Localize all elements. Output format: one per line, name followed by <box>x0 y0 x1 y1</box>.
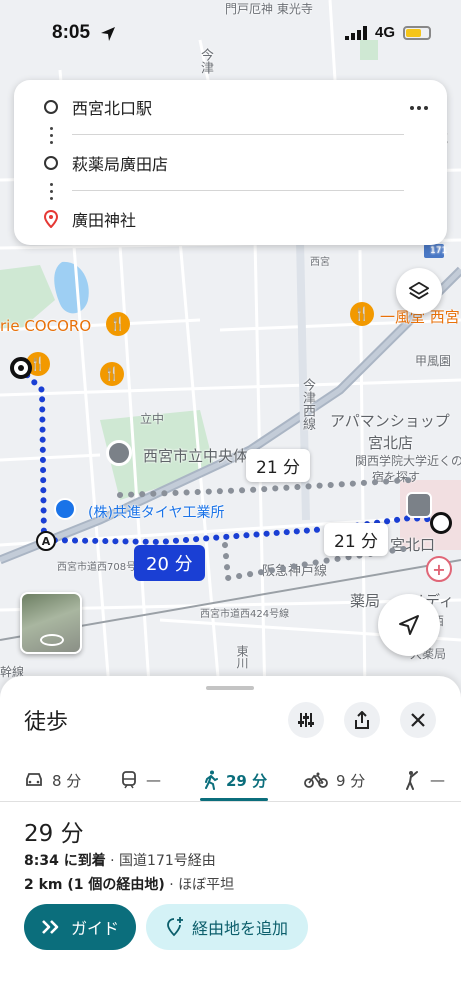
status-time: 8:05 <box>52 22 91 43</box>
mode-tab-bike[interactable]: 9 分 <box>304 762 365 798</box>
destination-pin-icon <box>44 210 58 228</box>
route-duration: 29 分 <box>24 821 84 847</box>
school-pin-icon[interactable] <box>106 440 132 466</box>
map-view[interactable]: 門戸厄神 東光寺 171 rie COCORO 一風堂 西宮 甲風園 西宮市立中… <box>0 0 461 700</box>
arrival-info: 8:34 に到着 · 国道171号経由 <box>24 850 216 870</box>
waypoint-a-marker-icon[interactable]: A <box>36 531 56 551</box>
route-connector <box>50 183 53 204</box>
route-stop-label: 廣田神社 <box>72 211 137 230</box>
route-stop-label: 萩薬局廣田店 <box>72 155 169 174</box>
mode-tab-label: — <box>430 771 445 789</box>
street-view-thumbnail[interactable] <box>20 592 82 654</box>
close-button[interactable] <box>400 702 436 738</box>
navigation-arrow-icon <box>399 615 419 635</box>
origin-circle-icon <box>44 100 58 114</box>
add-stop-label: 経由地を追加 <box>191 919 288 938</box>
alt-route-duration-2[interactable]: 21 分 <box>324 523 389 556</box>
divider <box>72 190 404 191</box>
drag-handle[interactable] <box>206 686 254 690</box>
route-distance: 2 km (1 個の経由地) <box>24 877 165 893</box>
car-icon <box>26 773 42 786</box>
add-location-icon <box>167 917 183 937</box>
route-stop-label: 西宮北口駅 <box>72 99 153 118</box>
active-tab-indicator <box>200 798 268 801</box>
hail-ride-icon <box>406 771 418 790</box>
destination-marker-icon[interactable] <box>430 512 452 534</box>
waypoint-a-label: A <box>41 534 51 548</box>
terrain-info: · ほぼ平坦 <box>164 877 235 893</box>
add-stop-button[interactable]: 経由地を追加 <box>146 904 308 950</box>
distance-info: 2 km (1 個の経由地) · ほぼ平坦 <box>24 874 234 894</box>
mode-tab-label: 29 分 <box>226 771 268 790</box>
double-chevron-icon <box>42 920 59 934</box>
network-type: 4G <box>374 24 395 41</box>
location-arrow-icon <box>101 27 115 41</box>
status-bar: 8:05 4G <box>0 0 461 70</box>
shop-pin-icon[interactable] <box>54 498 76 520</box>
rotate-360-icon <box>40 634 64 646</box>
route-stop-destination[interactable]: 廣田神社 <box>44 205 136 233</box>
alt-route-duration-1[interactable]: 21 分 <box>246 449 311 482</box>
my-location-button[interactable] <box>378 594 440 656</box>
mode-tab-label: 8 分 <box>52 771 82 790</box>
share-button[interactable] <box>344 702 380 738</box>
sliders-icon <box>298 713 314 727</box>
mode-tab-label: 9 分 <box>336 771 366 790</box>
hospital-pin-icon[interactable]: + <box>426 556 452 582</box>
train-icon <box>122 771 136 789</box>
route-card: 西宮北口駅 萩薬局廣田店 廣田神社 <box>14 80 447 245</box>
mode-tab-label: — <box>146 771 161 789</box>
restaurant-pin-icon[interactable]: 🍴 <box>100 362 124 386</box>
travel-mode-tabs: 8 分 — 29 分 9 分 — <box>0 758 461 802</box>
mode-tab-transit[interactable]: — <box>120 762 161 798</box>
signal-icon <box>344 25 367 40</box>
origin-marker-icon[interactable] <box>10 357 32 379</box>
transit-station-icon[interactable] <box>406 492 432 518</box>
restaurant-pin-icon[interactable]: 🍴 <box>106 312 130 336</box>
selected-route-duration[interactable]: 20 分 <box>134 545 205 581</box>
via-road: · 国道171号経由 <box>105 853 216 869</box>
walking-icon <box>205 770 218 790</box>
route-connector <box>50 127 53 148</box>
bicycle-icon <box>304 772 328 788</box>
route-options-button[interactable] <box>288 702 324 738</box>
waypoint-circle-icon <box>44 156 58 170</box>
mode-tab-car[interactable]: 8 分 <box>24 762 81 798</box>
layers-button[interactable] <box>396 268 442 314</box>
restaurant-pin-icon[interactable]: 🍴 <box>350 302 374 326</box>
more-options-button[interactable] <box>407 96 431 120</box>
route-stop-origin[interactable]: 西宮北口駅 <box>44 93 152 121</box>
arrival-time: 8:34 に到着 <box>24 853 106 869</box>
battery-icon <box>403 25 431 40</box>
close-icon <box>411 713 425 727</box>
layers-icon <box>408 281 430 300</box>
divider <box>72 134 404 135</box>
guide-button-label: ガイド <box>70 919 119 938</box>
sheet-title: 徒歩 <box>24 710 69 735</box>
route-stop-waypoint[interactable]: 萩薬局廣田店 <box>44 149 168 177</box>
mode-tab-walk[interactable]: 29 分 <box>204 762 267 798</box>
directions-sheet: 徒歩 8 分 — 29 分 9 分 — 29 分 8:34 に到着 · 国道17… <box>0 676 461 1000</box>
mode-tab-ride[interactable]: — <box>404 762 445 798</box>
start-guide-button[interactable]: ガイド <box>24 904 136 950</box>
share-icon <box>355 711 369 729</box>
